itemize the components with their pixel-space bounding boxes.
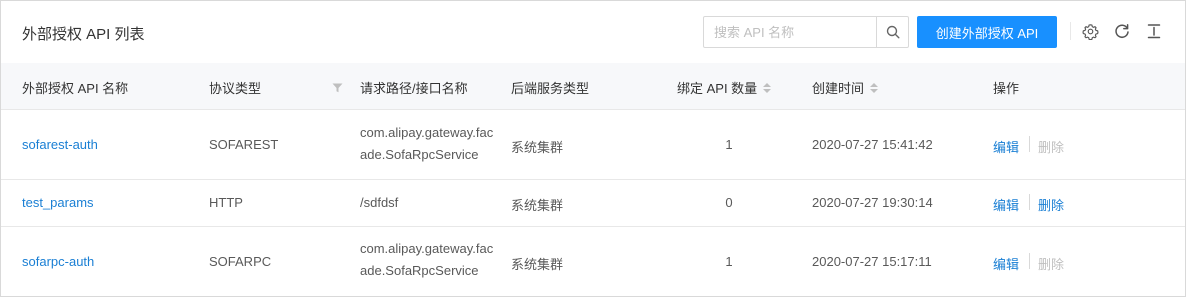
search-box [703, 16, 909, 48]
settings-button[interactable] [1081, 22, 1099, 40]
create-api-button[interactable]: 创建外部授权 API [917, 16, 1057, 48]
search-button[interactable] [876, 17, 908, 47]
column-header-created-label: 创建时间 [812, 81, 865, 96]
count-cell: 1 [725, 254, 733, 269]
table-row: sofarest-auth SOFAREST com.alipay.gatewa… [1, 110, 1185, 180]
protocol-cell: SOFAREST [209, 137, 279, 152]
created-cell: 2020-07-27 15:17:11 [812, 254, 932, 269]
protocol-filter-button[interactable] [332, 81, 343, 96]
column-header-count-label: 绑定 API 数量 [677, 81, 758, 96]
created-cell: 2020-07-27 15:41:42 [812, 137, 933, 152]
delete-button[interactable]: 删除 [1038, 195, 1064, 214]
toolbar-divider [1070, 22, 1071, 40]
edit-button[interactable]: 编辑 [993, 254, 1019, 273]
delete-button[interactable]: 删除 [1038, 137, 1064, 156]
page-title: 外部授权 API 列表 [22, 26, 145, 43]
edit-button[interactable]: 编辑 [993, 195, 1019, 214]
column-header-backend: 后端服务类型 [511, 81, 590, 96]
edit-button[interactable]: 编辑 [993, 137, 1019, 156]
sort-icon [763, 82, 772, 93]
panel-header: 外部授权 API 列表 创建外部授权 API [1, 1, 1185, 63]
protocol-cell: SOFARPC [209, 254, 272, 269]
backend-cell: 系统集群 [511, 198, 564, 213]
api-name-link[interactable]: sofarpc-auth [22, 254, 94, 269]
action-divider [1029, 253, 1030, 269]
column-header-name: 外部授权 API 名称 [22, 81, 129, 96]
column-header-created[interactable]: 创建时间 [812, 78, 879, 97]
backend-cell: 系统集群 [511, 140, 564, 155]
path-cell: com.alipay.gateway.facade.SofaRpcService [360, 241, 494, 278]
backend-cell: 系统集群 [511, 257, 564, 272]
api-name-link[interactable]: sofarest-auth [22, 137, 98, 152]
column-header-count[interactable]: 绑定 API 数量 [677, 78, 772, 97]
settings-icon [1081, 23, 1099, 40]
table-row: test_params HTTP /sdfdsf 系统集群 0 2020-07-… [1, 180, 1185, 227]
path-cell: /sdfdsf [360, 195, 399, 210]
column-header-path: 请求路径/接口名称 [360, 81, 468, 96]
path-cell: com.alipay.gateway.facade.SofaRpcService [360, 125, 494, 162]
action-divider [1029, 136, 1030, 152]
sort-icon [870, 82, 879, 93]
table-row: sofarpc-auth SOFARPC com.alipay.gateway.… [1, 227, 1185, 296]
api-name-link[interactable]: test_params [22, 195, 94, 210]
protocol-cell: HTTP [209, 195, 243, 210]
filter-icon [332, 83, 343, 93]
delete-button[interactable]: 删除 [1038, 254, 1064, 273]
api-list-panel: 外部授权 API 列表 创建外部授权 API [0, 0, 1186, 297]
created-cell: 2020-07-27 19:30:14 [812, 195, 933, 210]
count-cell: 0 [725, 195, 733, 210]
search-input[interactable] [704, 17, 876, 47]
refresh-icon [1115, 24, 1129, 38]
table-header: 外部授权 API 名称 协议类型 请求路径/接口名称 后端服务类型 绑定 API… [1, 63, 1185, 110]
export-button[interactable] [1145, 22, 1163, 40]
export-icon [1147, 24, 1161, 39]
refresh-button[interactable] [1113, 22, 1131, 40]
search-icon [886, 25, 900, 39]
count-cell: 1 [725, 137, 733, 152]
column-header-protocol: 协议类型 [209, 81, 262, 96]
action-divider [1029, 194, 1030, 210]
column-header-actions: 操作 [993, 81, 1020, 96]
